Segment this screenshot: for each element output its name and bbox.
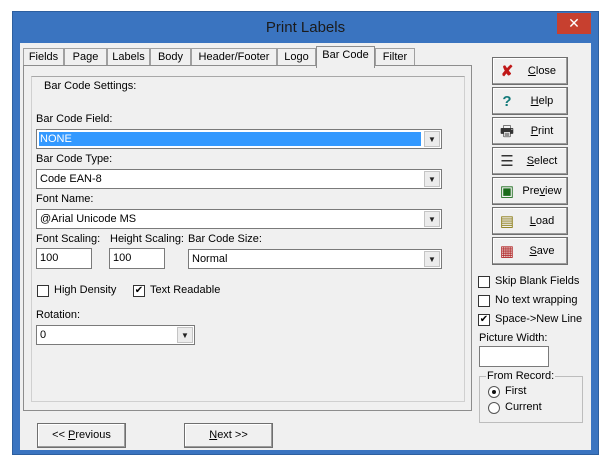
high-density-checkbox[interactable] — [37, 285, 49, 297]
font-name-value: @Arial Unicode MS — [40, 213, 137, 225]
bar-code-field-label: Bar Code Field: — [36, 113, 113, 125]
save-button-label: Save — [529, 245, 555, 257]
picture-width-label: Picture Width: — [479, 332, 548, 344]
font-name-label: Font Name: — [36, 193, 94, 205]
select-list-icon: ☰ — [500, 153, 514, 170]
bar-code-tab-panel: Bar Code Settings: Bar Code Field: NONE … — [23, 65, 472, 411]
close-icon: ✘ — [500, 63, 514, 80]
save-file-icon: ▦ — [499, 243, 515, 260]
help-icon: ? — [502, 93, 512, 110]
chevron-down-icon[interactable]: ▼ — [424, 251, 440, 267]
rotation-label: Rotation: — [36, 309, 81, 321]
bar-code-type-value: Code EAN-8 — [40, 173, 102, 185]
print-labels-window: Print Labels ✕ Fields Page Labels Body H… — [12, 11, 599, 455]
bar-code-field-value: NONE — [39, 132, 421, 146]
skip-blank-fields-label[interactable]: Skip Blank Fields — [495, 275, 579, 287]
from-record-group: From Record: First Current — [479, 370, 583, 423]
space-new-line-label[interactable]: Space->New Line — [495, 313, 582, 325]
text-readable-label[interactable]: Text Readable — [150, 284, 220, 296]
font-scaling-label: Font Scaling: — [36, 233, 101, 245]
bar-code-size-value: Normal — [192, 253, 228, 265]
tab-bar-code[interactable]: Bar Code — [316, 46, 375, 68]
height-scaling-label: Height Scaling: — [110, 233, 184, 245]
text-readable-checkbox[interactable]: ✔ — [133, 285, 145, 297]
bar-code-settings-title: Bar Code Settings: — [42, 80, 139, 92]
chevron-down-icon[interactable]: ▼ — [424, 131, 440, 147]
bar-code-settings-group: Bar Code Settings: Bar Code Field: NONE … — [31, 76, 465, 402]
no-text-wrapping-checkbox[interactable] — [478, 295, 490, 307]
bar-code-type-select[interactable]: Code EAN-8 ▼ — [36, 169, 442, 189]
close-button-label: Close — [527, 65, 557, 77]
print-button[interactable]: 🖶 Print — [492, 117, 568, 145]
monitor-icon: ▣ — [499, 183, 515, 200]
bar-code-size-label: Bar Code Size: — [188, 233, 262, 245]
first-radio[interactable] — [488, 386, 500, 398]
chevron-down-icon[interactable]: ▼ — [424, 211, 440, 227]
next-button[interactable]: Next >> — [184, 423, 273, 448]
select-button-label: Select — [526, 155, 558, 167]
high-density-label[interactable]: High Density — [54, 284, 116, 296]
height-scaling-input[interactable]: 100 — [109, 248, 165, 269]
select-button[interactable]: ☰ Select — [492, 147, 568, 175]
help-button-label: Help — [530, 95, 554, 107]
rotation-value: 0 — [40, 329, 47, 341]
preview-button[interactable]: ▣ Preview — [492, 177, 568, 205]
from-record-title: From Record: — [486, 370, 556, 382]
load-button-label: Load — [529, 215, 555, 227]
save-button[interactable]: ▦ Save — [492, 237, 568, 265]
rotation-select[interactable]: 0 ▼ — [36, 325, 195, 345]
window-title: Print Labels — [265, 19, 346, 36]
skip-blank-fields-checkbox[interactable] — [478, 276, 490, 288]
print-button-label: Print — [530, 125, 554, 137]
current-radio[interactable] — [488, 402, 500, 414]
no-text-wrapping-label[interactable]: No text wrapping — [495, 294, 578, 306]
preview-button-label: Preview — [522, 185, 562, 197]
load-button[interactable]: ▤ Load — [492, 207, 568, 235]
bar-code-size-select[interactable]: Normal ▼ — [188, 249, 442, 269]
window-close-button[interactable]: ✕ — [557, 13, 591, 34]
load-file-icon: ▤ — [499, 213, 515, 230]
font-scaling-input[interactable]: 100 — [36, 248, 92, 269]
title-bar[interactable]: Print Labels ✕ — [13, 12, 598, 43]
current-radio-label[interactable]: Current — [505, 401, 542, 413]
dialog-client-area: Fields Page Labels Body Header/Footer Lo… — [20, 43, 591, 450]
bar-code-type-label: Bar Code Type: — [36, 153, 113, 165]
chevron-down-icon[interactable]: ▼ — [177, 327, 193, 343]
help-button[interactable]: ? Help — [492, 87, 568, 115]
navigation-bar: << Previous Next >> — [23, 416, 472, 448]
bar-code-field-select[interactable]: NONE ▼ — [36, 129, 442, 149]
font-name-select[interactable]: @Arial Unicode MS ▼ — [36, 209, 442, 229]
chevron-down-icon[interactable]: ▼ — [424, 171, 440, 187]
picture-width-input[interactable] — [479, 346, 549, 367]
printer-icon: 🖶 — [499, 123, 515, 140]
previous-button[interactable]: << Previous — [37, 423, 126, 448]
space-new-line-checkbox[interactable]: ✔ — [478, 314, 490, 326]
close-button[interactable]: ✘ Close — [492, 57, 568, 85]
first-radio-label[interactable]: First — [505, 385, 526, 397]
